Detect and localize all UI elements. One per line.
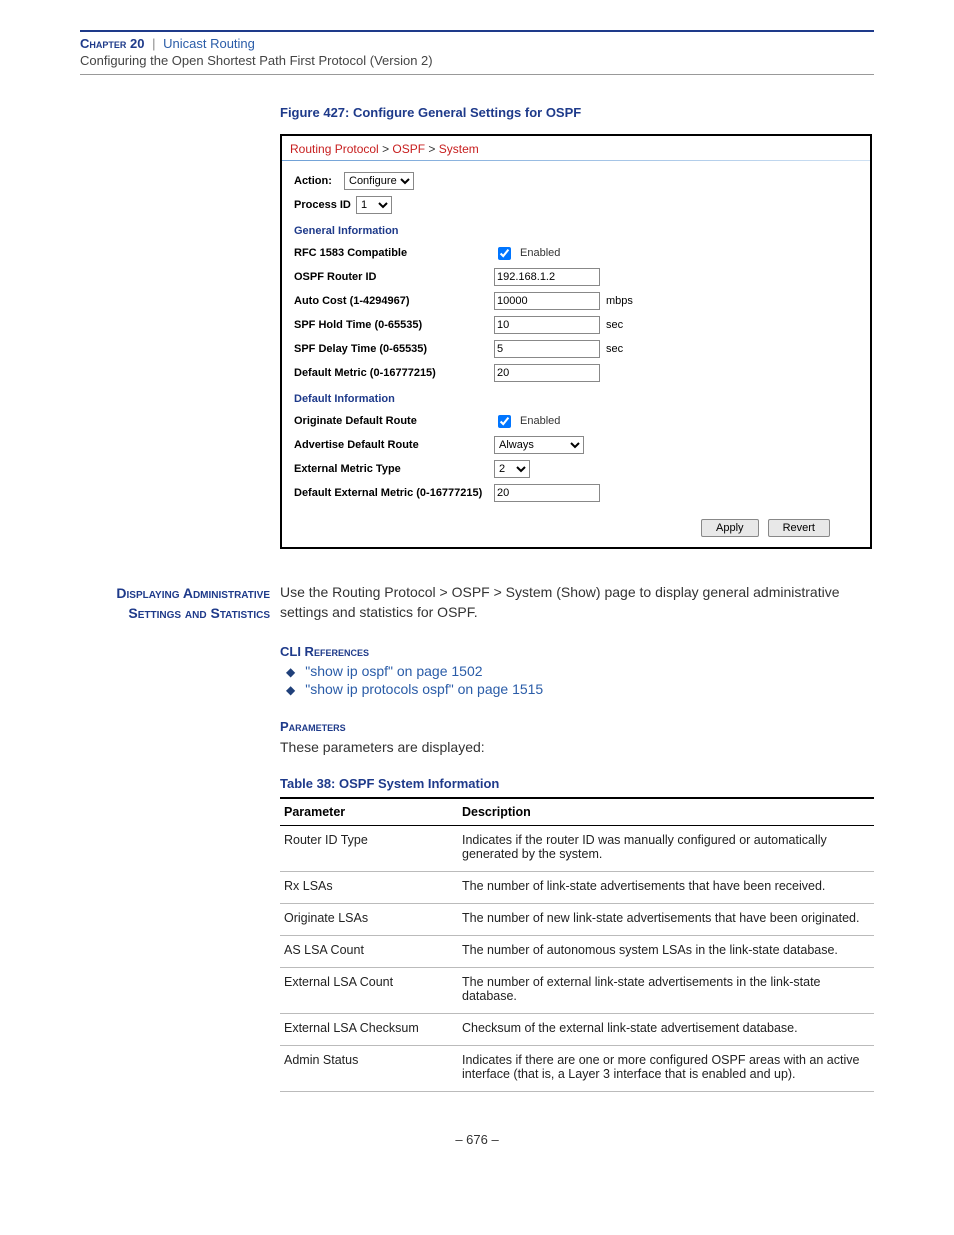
def-metric-label: Default Metric (0-16777215) — [294, 367, 494, 379]
process-id-label: Process ID — [294, 199, 356, 211]
delay-input[interactable] — [494, 340, 600, 358]
chapter-label: Chapter 20 — [80, 36, 144, 51]
breadcrumb: Routing Protocol > OSPF > System — [290, 142, 479, 156]
table-row: External LSA ChecksumChecksum of the ext… — [280, 1013, 874, 1045]
table-row: Router ID TypeIndicates if the router ID… — [280, 825, 874, 871]
cli-ref-link[interactable]: "show ip ospf" on page 1502 — [286, 663, 874, 679]
orig-checkbox[interactable] — [498, 415, 511, 428]
adv-label: Advertise Default Route — [294, 439, 494, 451]
process-id-select[interactable]: 1 — [356, 196, 392, 214]
delay-unit: sec — [606, 343, 623, 355]
table-row: Admin StatusIndicates if there are one o… — [280, 1045, 874, 1091]
action-label: Action: — [294, 175, 344, 187]
orig-enabled-text: Enabled — [520, 415, 560, 427]
table-row: Originate LSAsThe number of new link-sta… — [280, 903, 874, 935]
action-select[interactable]: Configure — [344, 172, 414, 190]
delay-label: SPF Delay Time (0-65535) — [294, 343, 494, 355]
table-row: Rx LSAsThe number of link-state advertis… — [280, 871, 874, 903]
rfc-label: RFC 1583 Compatible — [294, 247, 494, 259]
apply-button[interactable]: Apply — [701, 519, 759, 537]
auto-cost-input[interactable] — [494, 292, 600, 310]
router-id-label: OSPF Router ID — [294, 271, 494, 283]
table-row: External LSA CountThe number of external… — [280, 967, 874, 1013]
table-caption: Table 38: OSPF System Information — [280, 776, 874, 791]
ext-type-select[interactable]: 2 — [494, 460, 530, 478]
config-screenshot: Routing Protocol > OSPF > System Action:… — [280, 134, 872, 549]
chapter-title: Unicast Routing — [163, 36, 255, 51]
hold-label: SPF Hold Time (0-65535) — [294, 319, 494, 331]
orig-label: Originate Default Route — [294, 415, 494, 427]
cli-ref-link[interactable]: "show ip protocols ospf" on page 1515 — [286, 681, 874, 697]
router-id-input[interactable] — [494, 268, 600, 286]
hold-input[interactable] — [494, 316, 600, 334]
revert-button[interactable]: Revert — [768, 519, 830, 537]
def-ext-input[interactable] — [494, 484, 600, 502]
section-default: Default Information — [294, 393, 858, 405]
section-general: General Information — [294, 225, 858, 237]
intro-paragraph: Use the Routing Protocol > OSPF > System… — [280, 583, 874, 622]
auto-cost-unit: mbps — [606, 295, 633, 307]
adv-select[interactable]: Always — [494, 436, 584, 454]
hold-unit: sec — [606, 319, 623, 331]
param-intro: These parameters are displayed: — [280, 738, 874, 758]
def-ext-label: Default External Metric (0-16777215) — [294, 487, 494, 499]
breadcrumb-b: OSPF — [392, 142, 425, 156]
page-number: – 676 – — [80, 1132, 874, 1147]
cli-heading: CLI References — [280, 644, 874, 659]
separator: | — [152, 36, 155, 51]
param-heading: Parameters — [280, 719, 874, 734]
ospf-table: Parameter Description Router ID TypeIndi… — [280, 797, 874, 1092]
th-description: Description — [458, 798, 874, 826]
table-row: AS LSA CountThe number of autonomous sys… — [280, 935, 874, 967]
breadcrumb-a: Routing Protocol — [290, 142, 379, 156]
breadcrumb-c: System — [439, 142, 479, 156]
auto-cost-label: Auto Cost (1-4294967) — [294, 295, 494, 307]
chapter-subtitle: Configuring the Open Shortest Path First… — [80, 53, 874, 68]
figure-caption: Figure 427: Configure General Settings f… — [280, 105, 874, 120]
ext-type-label: External Metric Type — [294, 463, 494, 475]
th-parameter: Parameter — [280, 798, 458, 826]
rfc-checkbox[interactable] — [498, 247, 511, 260]
rfc-enabled-text: Enabled — [520, 247, 560, 259]
section-heading: Displaying Administrative Settings and S… — [80, 583, 280, 1092]
def-metric-input[interactable] — [494, 364, 600, 382]
